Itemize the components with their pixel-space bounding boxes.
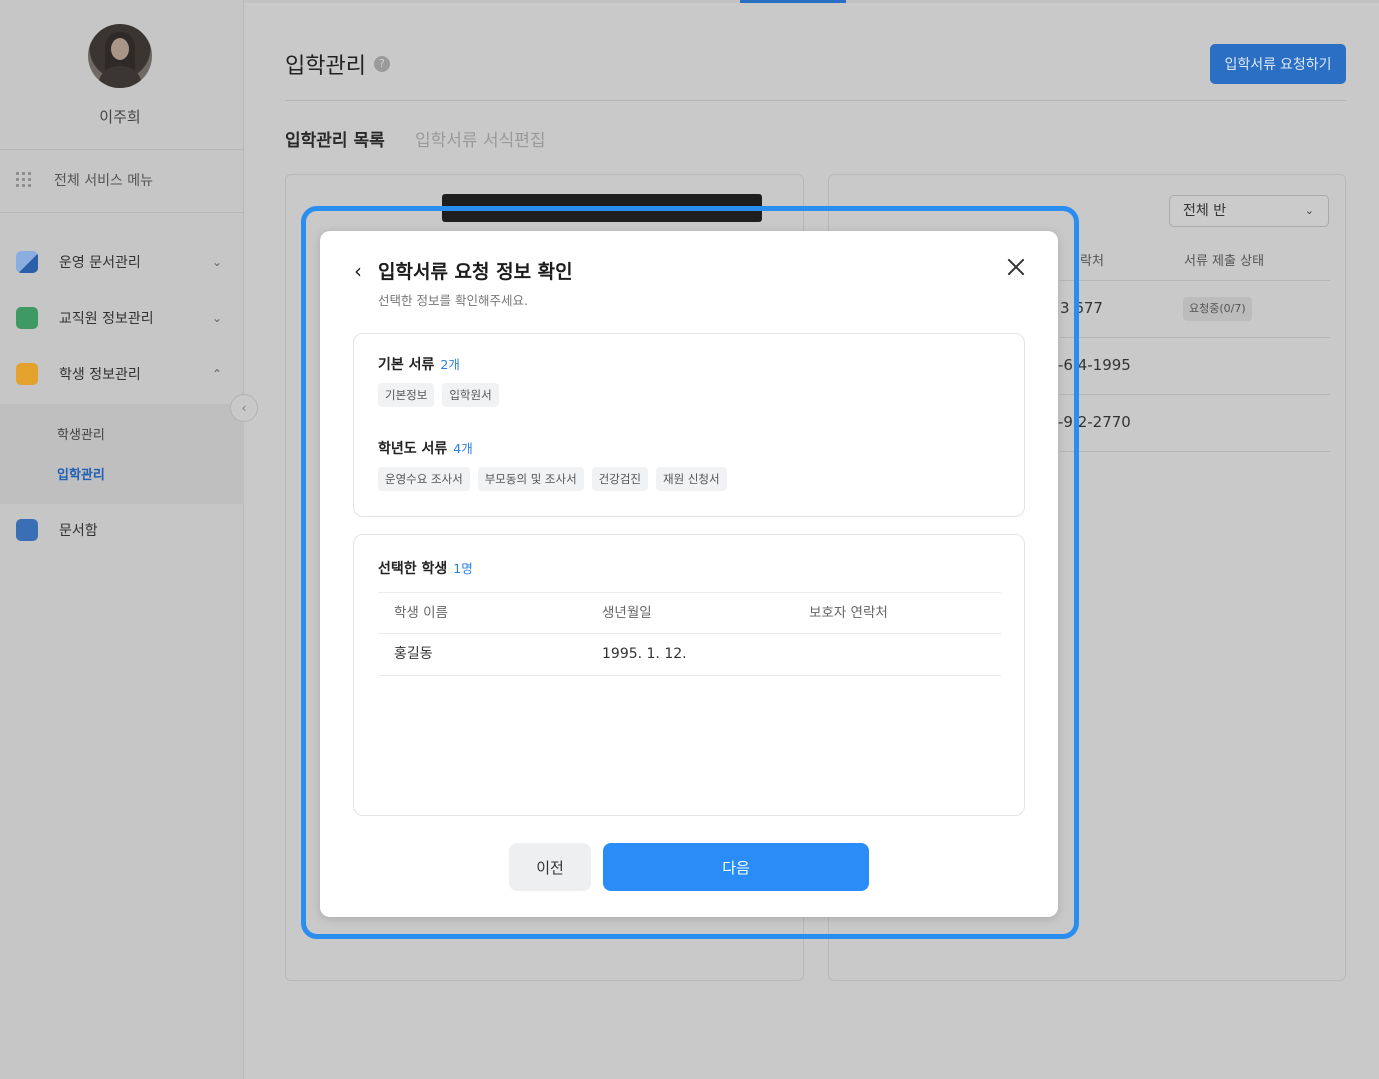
selected-students-title: 선택한 학생 bbox=[378, 561, 448, 577]
avatar[interactable] bbox=[88, 24, 152, 88]
sidebar-item-operation-docs[interactable]: 운영 문서관리 ⌄ bbox=[16, 251, 228, 273]
column-header-submit-status: 서류 제출 상태 bbox=[1184, 254, 1265, 269]
chevron-down-icon: ⌄ bbox=[1304, 204, 1314, 217]
title-divider bbox=[285, 100, 1346, 101]
sidebar-divider bbox=[0, 212, 244, 213]
page-title: 입학관리 ? bbox=[285, 48, 390, 80]
student-name: 홍길동 bbox=[394, 646, 433, 662]
sidebar: 이주희 전체 서비스 메뉴 운영 문서관리 ⌄ 교직원 정보관리 ⌄ 학생 정보… bbox=[0, 0, 244, 1079]
basic-docs-count: 2개 bbox=[440, 357, 460, 372]
doc-chip: 운영수요 조사서 bbox=[378, 467, 470, 491]
doc-chip: 부모동의 및 조사서 bbox=[477, 467, 584, 491]
user-name: 이주희 bbox=[99, 108, 141, 126]
sidebar-item-staff-info[interactable]: 교직원 정보관리 ⌄ bbox=[16, 307, 228, 329]
column-header-birthdate: 생년월일 bbox=[602, 605, 652, 621]
request-documents-button[interactable]: 입학서류 요청하기 bbox=[1210, 44, 1346, 84]
grade-docs-count: 4개 bbox=[453, 441, 473, 456]
chevron-down-icon: ⌄ bbox=[211, 255, 222, 269]
back-chevron-icon[interactable]: ‹ bbox=[354, 259, 372, 283]
tab-form-edit[interactable]: 입학서류 서식편집 bbox=[415, 126, 546, 151]
sidebar-divider bbox=[0, 149, 244, 150]
sidebar-item-label: 교직원 정보관리 bbox=[59, 311, 154, 327]
next-button[interactable]: 다음 bbox=[603, 843, 869, 891]
grade-docs-chips: 운영수요 조사서 부모동의 및 조사서 건강검진 재원 신청서 bbox=[378, 467, 727, 491]
status-badge: 요청중(0/7) bbox=[1183, 297, 1252, 321]
sidebar-item-label: 문서함 bbox=[59, 523, 98, 539]
sidebar-item-student-info[interactable]: 학생 정보관리 ⌃ bbox=[16, 363, 228, 385]
sidebar-item-label: 학생 정보관리 bbox=[59, 367, 141, 383]
row-divider bbox=[1060, 280, 1330, 281]
row-divider bbox=[1060, 394, 1330, 395]
class-select-value: 전체 반 bbox=[1183, 203, 1227, 219]
basic-docs-title: 기본 서류 bbox=[378, 357, 435, 373]
sidebar-subitem-student-manage[interactable]: 학생관리 bbox=[57, 424, 105, 443]
grade-docs-heading: 학년도 서류 4개 bbox=[378, 438, 473, 458]
grid-menu-icon bbox=[16, 172, 32, 188]
documents-card: 기본 서류 2개 기본정보 입학원서 학년도 서류 4개 운영수요 조사서 부모동의… bbox=[353, 333, 1025, 517]
row-divider bbox=[1060, 337, 1330, 338]
doc-chip: 건강검진 bbox=[591, 467, 648, 491]
selected-students-card: 선택한 학생 1명 학생 이름 생년월일 보호자 연락처 홍길동 1995. 1.… bbox=[353, 534, 1025, 816]
student-face-icon bbox=[16, 363, 38, 385]
modal-header: ‹ 입학서류 요청 정보 확인 bbox=[354, 257, 573, 284]
document-folder-icon bbox=[16, 251, 38, 273]
students-table-header: 학생 이름 생년월일 보호자 연락처 bbox=[378, 592, 1001, 634]
tab-admission-list[interactable]: 입학관리 목록 bbox=[285, 126, 385, 151]
column-header-student-name: 학생 이름 bbox=[394, 605, 448, 621]
column-header-guardian-phone: 보호자 연락처 bbox=[809, 605, 888, 621]
class-select[interactable]: 전체 반 ⌄ bbox=[1169, 195, 1329, 227]
doc-chip: 재원 신청서 bbox=[656, 467, 727, 491]
table-row: 홍길동 1995. 1. 12. bbox=[378, 634, 1001, 676]
row-divider bbox=[1060, 451, 1330, 452]
selected-students-heading: 선택한 학생 1명 bbox=[378, 558, 473, 578]
sidebar-item-label: 운영 문서관리 bbox=[59, 255, 141, 271]
sidebar-collapse-button[interactable]: ‹ bbox=[230, 394, 258, 422]
basic-docs-chips: 기본정보 입학원서 bbox=[378, 383, 499, 407]
chevron-up-icon: ⌃ bbox=[211, 367, 222, 381]
sidebar-subitem-admission-manage[interactable]: 입학관리 bbox=[57, 464, 105, 483]
close-icon[interactable] bbox=[1004, 255, 1028, 279]
modal-subtitle: 선택한 정보를 확인해주세요. bbox=[378, 293, 528, 308]
basic-docs-heading: 기본 서류 2개 bbox=[378, 354, 460, 374]
doc-chip: 입학원서 bbox=[442, 383, 499, 407]
doc-chip: 기본정보 bbox=[378, 383, 435, 407]
previous-button[interactable]: 이전 bbox=[509, 843, 591, 891]
selected-students-count: 1명 bbox=[453, 561, 473, 576]
all-service-menu-label: 전체 서비스 메뉴 bbox=[54, 173, 154, 189]
all-service-menu[interactable]: 전체 서비스 메뉴 bbox=[16, 170, 153, 190]
avatar-face bbox=[111, 38, 129, 60]
document-box-icon bbox=[16, 519, 38, 541]
page-title-text: 입학관리 bbox=[285, 54, 366, 79]
student-birthdate: 1995. 1. 12. bbox=[602, 646, 687, 662]
grade-docs-title: 학년도 서류 bbox=[378, 441, 448, 457]
sidebar-item-document-box[interactable]: 문서함 bbox=[16, 519, 228, 541]
help-icon[interactable]: ? bbox=[373, 56, 390, 72]
top-active-indicator bbox=[740, 0, 846, 3]
column-header-contact: 락처 bbox=[1080, 254, 1104, 269]
student-submenu bbox=[0, 404, 244, 504]
staff-card-icon bbox=[16, 307, 38, 329]
chevron-down-icon: ⌄ bbox=[211, 311, 222, 325]
modal-title: 입학서류 요청 정보 확인 bbox=[378, 261, 573, 283]
confirm-request-modal: ‹ 입학서류 요청 정보 확인 선택한 정보를 확인해주세요. 기본 서류 2개 … bbox=[320, 231, 1058, 917]
